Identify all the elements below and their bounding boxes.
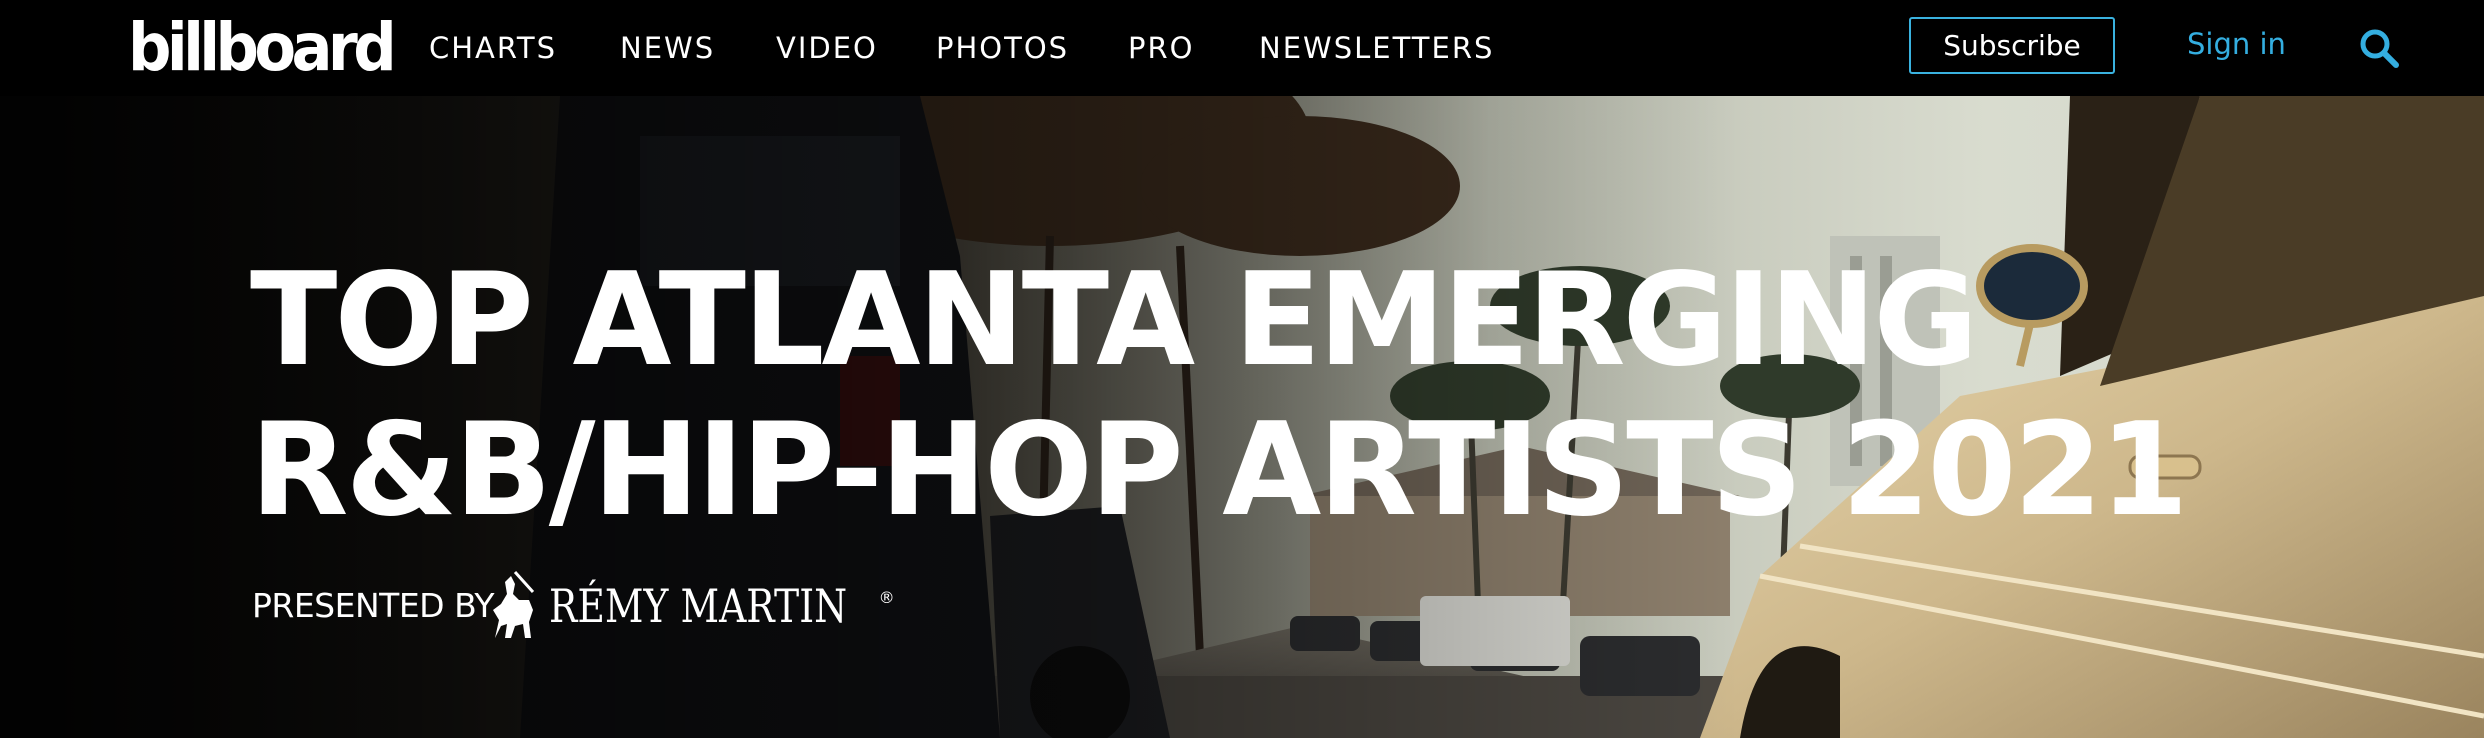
nav-charts[interactable]: CHARTS [429, 30, 557, 66]
nav-pro[interactable]: PRO [1128, 30, 1194, 66]
hero-title-line-2: R&B/HIP-HOP ARTISTS 2021 [250, 396, 2189, 545]
sign-in-link[interactable]: Sign in [2187, 26, 2286, 62]
search-icon[interactable] [2358, 27, 2400, 69]
sponsor-name: RÉMY MARTIN [549, 579, 848, 633]
page: billboard CHARTS NEWS VIDEO PHOTOS PRO N… [0, 0, 2484, 738]
presented-by-label: PRESENTED BY [252, 586, 495, 625]
centaur-icon [493, 570, 535, 638]
top-navigation: billboard CHARTS NEWS VIDEO PHOTOS PRO N… [0, 0, 2484, 96]
registered-mark: ® [878, 587, 895, 607]
hero-title-line-1: TOP ATLANTA EMERGING [250, 246, 1978, 395]
hero-banner: TOP ATLANTA EMERGING R&B/HIP-HOP ARTISTS… [0, 96, 2484, 738]
subscribe-button[interactable]: Subscribe [1909, 17, 2115, 74]
nav-newsletters[interactable]: NEWSLETTERS [1259, 30, 1494, 66]
nav-news[interactable]: NEWS [620, 30, 715, 66]
nav-video[interactable]: VIDEO [776, 30, 878, 66]
search-icon-graphic [2360, 29, 2399, 68]
nav-photos[interactable]: PHOTOS [936, 30, 1069, 66]
sponsor-logo[interactable]: RÉMY MARTIN ® [485, 566, 895, 646]
hero-title: TOP ATLANTA EMERGING R&B/HIP-HOP ARTISTS… [250, 246, 2189, 546]
billboard-logo[interactable]: billboard [128, 8, 397, 88]
